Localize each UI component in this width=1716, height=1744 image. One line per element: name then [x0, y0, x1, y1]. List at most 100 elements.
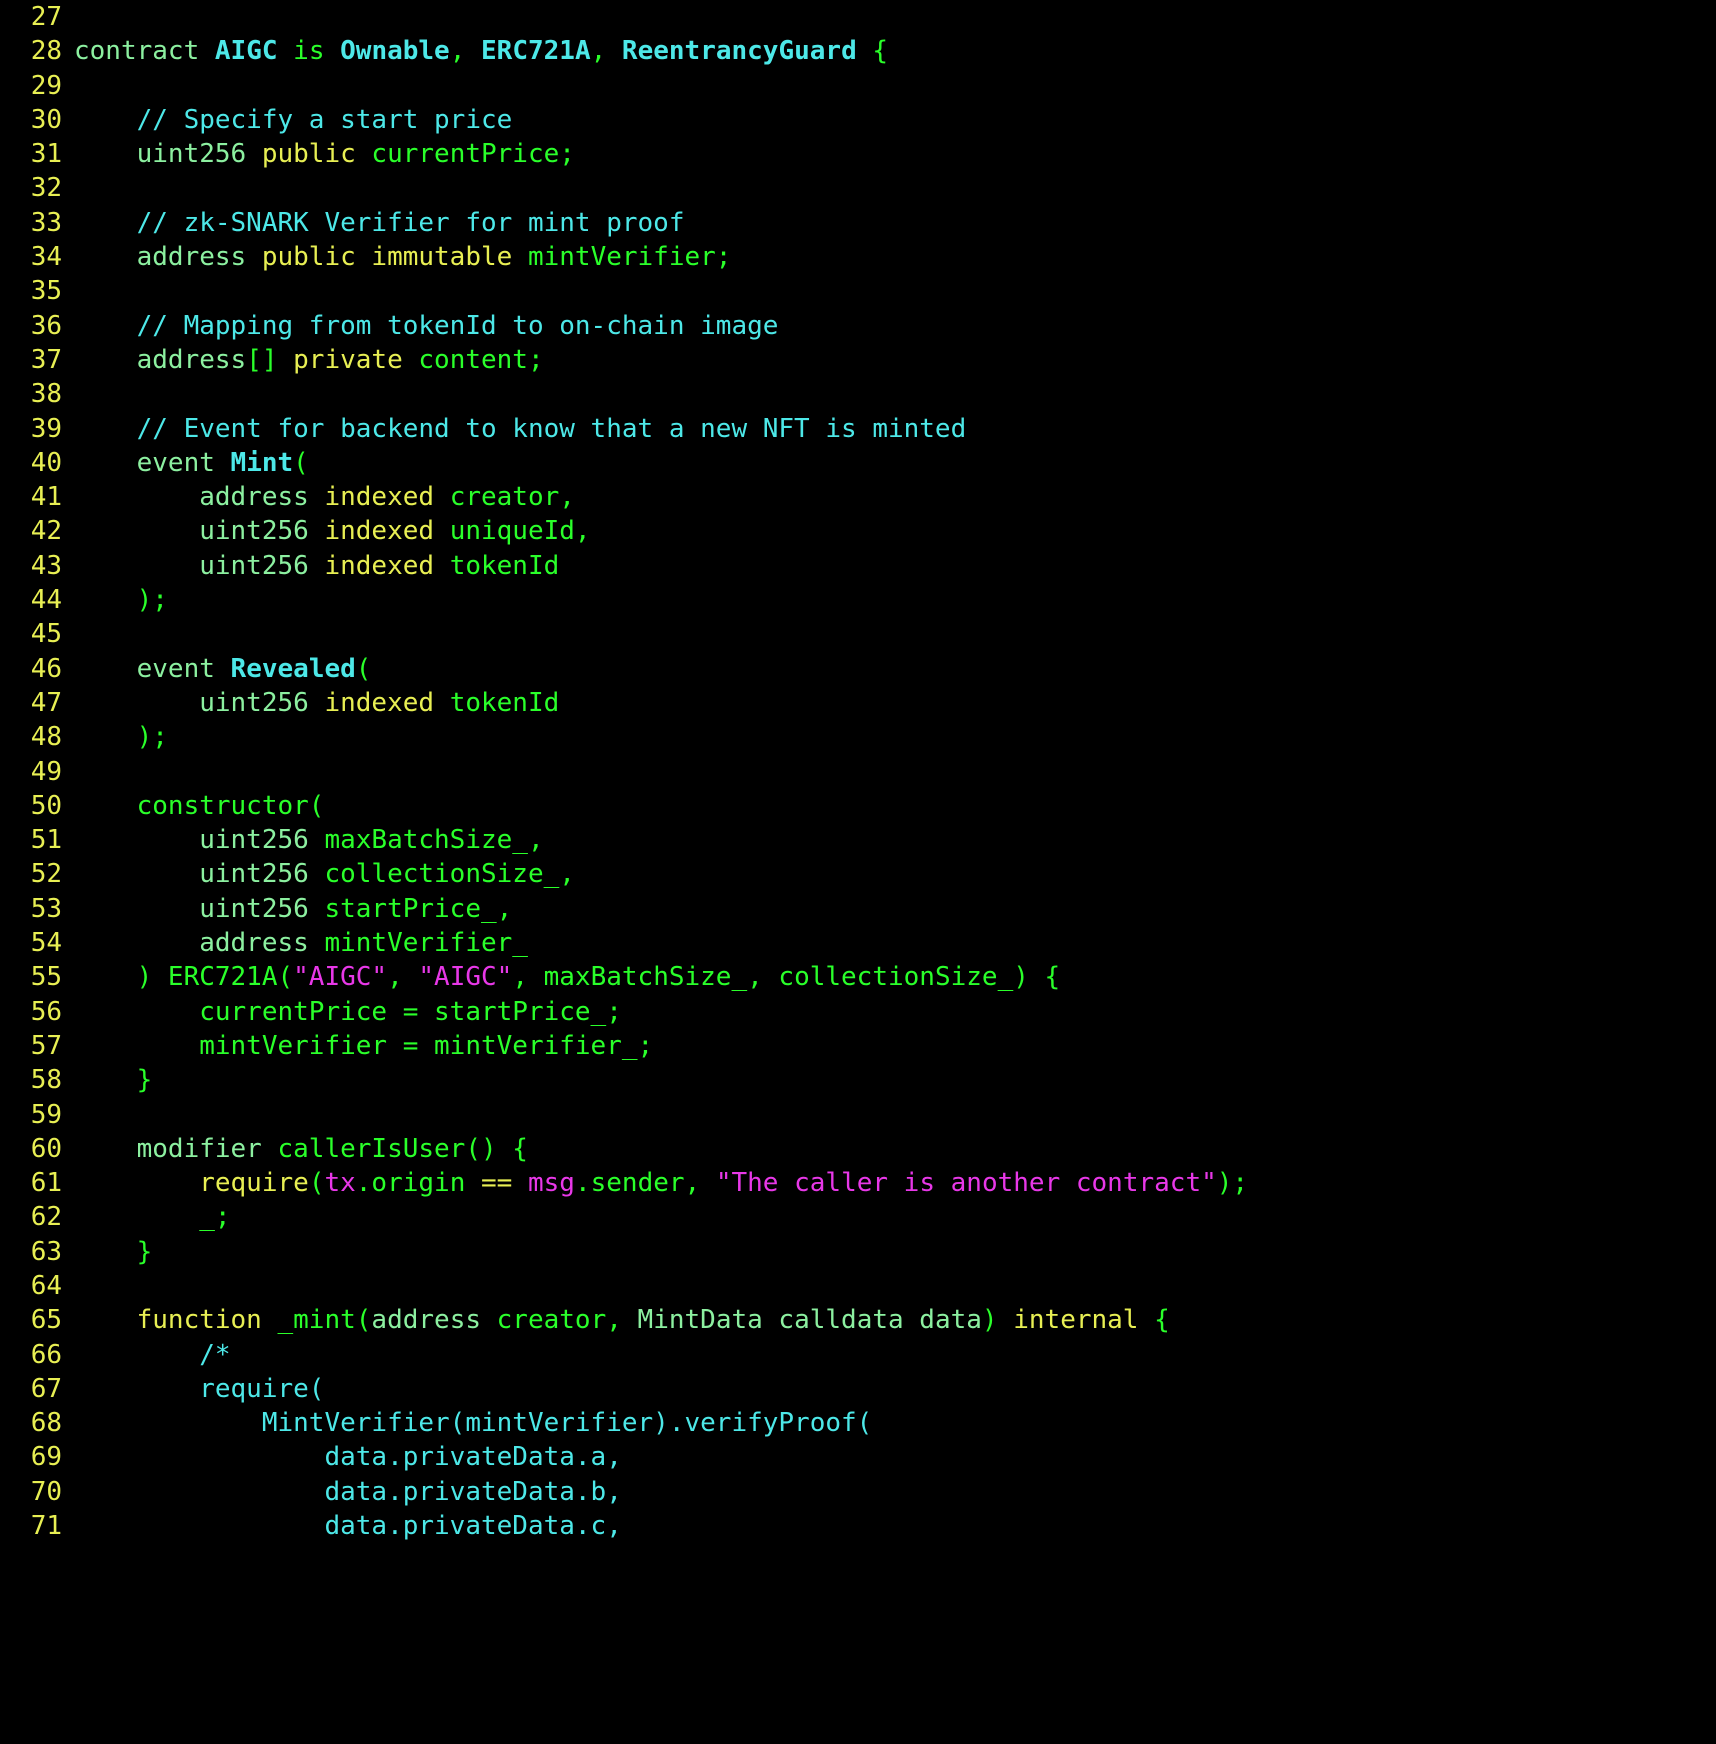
code-line[interactable]: 69 data.privateData.a, — [0, 1440, 1716, 1474]
code-line[interactable]: 30 // Specify a start price — [0, 103, 1716, 137]
code-line-content[interactable]: } — [74, 1063, 1716, 1097]
code-line[interactable]: 42 uint256 indexed uniqueId, — [0, 514, 1716, 548]
code-line-content[interactable]: // zk-SNARK Verifier for mint proof — [74, 206, 1716, 240]
code-line[interactable]: 39 // Event for backend to know that a n… — [0, 412, 1716, 446]
line-number: 61 — [30, 1168, 62, 1199]
code-line[interactable]: 71 data.privateData.c, — [0, 1509, 1716, 1543]
code-line[interactable]: 47 uint256 indexed tokenId — [0, 686, 1716, 720]
code-line[interactable]: 62 _; — [0, 1200, 1716, 1234]
code-line[interactable]: 51 uint256 maxBatchSize_, — [0, 823, 1716, 857]
line-number: 39 — [30, 413, 62, 444]
code-line[interactable]: 68 MintVerifier(mintVerifier).verifyProo… — [0, 1406, 1716, 1440]
code-line-content[interactable]: uint256 indexed tokenId — [74, 549, 1716, 583]
code-line-content[interactable]: constructor( — [74, 789, 1716, 823]
code-line[interactable]: 56 currentPrice = startPrice_; — [0, 995, 1716, 1029]
code-line[interactable]: 36 // Mapping from tokenId to on-chain i… — [0, 309, 1716, 343]
code-line[interactable]: 64 — [0, 1269, 1716, 1303]
code-line-content[interactable]: } — [74, 1235, 1716, 1269]
code-line-content[interactable]: currentPrice = startPrice_; — [74, 995, 1716, 1029]
code-line-content[interactable]: function _mint(address creator, MintData… — [74, 1303, 1716, 1337]
code-line[interactable]: 29 — [0, 69, 1716, 103]
line-number: 59 — [30, 1099, 62, 1130]
code-token: // zk-SNARK Verifier for mint proof — [74, 207, 685, 238]
code-line[interactable]: 35 — [0, 274, 1716, 308]
code-line-content[interactable]: ); — [74, 720, 1716, 754]
code-line[interactable]: 27 — [0, 0, 1716, 34]
code-line-content[interactable]: modifier callerIsUser() { — [74, 1132, 1716, 1166]
code-line[interactable]: 34 address public immutable mintVerifier… — [0, 240, 1716, 274]
line-number: 34 — [30, 242, 62, 273]
code-line-content[interactable]: uint256 startPrice_, — [74, 892, 1716, 926]
code-line-content[interactable]: uint256 public currentPrice; — [74, 137, 1716, 171]
code-token: uint256 — [74, 893, 325, 924]
code-line-content[interactable]: ) ERC721A("AIGC", "AIGC", maxBatchSize_,… — [74, 960, 1716, 994]
line-number: 33 — [30, 207, 62, 238]
code-line[interactable]: 37 address[] private content; — [0, 343, 1716, 377]
code-line-content[interactable]: data.privateData.b, — [74, 1475, 1716, 1509]
code-line-content[interactable]: event Mint( — [74, 446, 1716, 480]
code-line-content[interactable]: contract AIGC is Ownable, ERC721A, Reent… — [74, 34, 1716, 68]
code-line-content[interactable]: event Revealed( — [74, 652, 1716, 686]
code-token: is — [293, 36, 325, 67]
code-line-content[interactable]: /* — [74, 1338, 1716, 1372]
code-line-content[interactable]: address indexed creator, — [74, 480, 1716, 514]
code-line[interactable]: 31 uint256 public currentPrice; — [0, 137, 1716, 171]
code-line[interactable]: 54 address mintVerifier_ — [0, 926, 1716, 960]
code-line[interactable]: 32 — [0, 171, 1716, 205]
code-line-content[interactable]: mintVerifier = mintVerifier_; — [74, 1029, 1716, 1063]
code-line[interactable]: 57 mintVerifier = mintVerifier_; — [0, 1029, 1716, 1063]
code-token: ( — [293, 447, 309, 478]
code-line-content[interactable]: require(tx.origin == msg.sender, "The ca… — [74, 1166, 1716, 1200]
code-line[interactable]: 28 contract AIGC is Ownable, ERC721A, Ree… — [0, 34, 1716, 68]
code-line-content[interactable]: ); — [74, 583, 1716, 617]
code-line[interactable]: 45 — [0, 617, 1716, 651]
code-line-content[interactable]: uint256 maxBatchSize_, — [74, 823, 1716, 857]
line-number: 62 — [30, 1202, 62, 1233]
code-line[interactable]: 60 modifier callerIsUser() { — [0, 1132, 1716, 1166]
code-line-content[interactable]: require( — [74, 1372, 1716, 1406]
code-line[interactable]: 66 /* — [0, 1338, 1716, 1372]
line-number: 58 — [30, 1065, 62, 1096]
code-line[interactable]: 59 — [0, 1098, 1716, 1132]
code-line-content[interactable]: data.privateData.a, — [74, 1440, 1716, 1474]
code-line[interactable]: 61 require(tx.origin == msg.sender, "The… — [0, 1166, 1716, 1200]
code-line[interactable]: 67 require( — [0, 1372, 1716, 1406]
code-token: uint256 — [74, 516, 325, 547]
code-line[interactable]: 44 ); — [0, 583, 1716, 617]
code-line-content[interactable]: // Mapping from tokenId to on-chain imag… — [74, 309, 1716, 343]
code-line-content[interactable]: data.privateData.c, — [74, 1509, 1716, 1543]
code-line-content[interactable]: address public immutable mintVerifier; — [74, 240, 1716, 274]
code-line[interactable]: 65 function _mint(address creator, MintD… — [0, 1303, 1716, 1337]
code-line[interactable]: 58 } — [0, 1063, 1716, 1097]
code-line[interactable]: 40 event Mint( — [0, 446, 1716, 480]
code-line-content[interactable]: address mintVerifier_ — [74, 926, 1716, 960]
code-line[interactable]: 55 ) ERC721A("AIGC", "AIGC", maxBatchSiz… — [0, 960, 1716, 994]
code-line-content[interactable]: address[] private content; — [74, 343, 1716, 377]
code-line[interactable]: 70 data.privateData.b, — [0, 1475, 1716, 1509]
code-line-content[interactable]: // Event for backend to know that a new … — [74, 412, 1716, 446]
code-line[interactable]: 63 } — [0, 1235, 1716, 1269]
code-line[interactable]: 50 constructor( — [0, 789, 1716, 823]
code-line-content[interactable]: // Specify a start price — [74, 103, 1716, 137]
code-line[interactable]: 49 — [0, 755, 1716, 789]
code-token: event — [74, 447, 231, 478]
code-editor-viewport[interactable]: 27 28 contract AIGC is Ownable, ERC721A, R… — [0, 0, 1716, 1744]
line-number: 53 — [30, 893, 62, 924]
code-token: } — [74, 1236, 153, 1267]
code-line-content[interactable]: _; — [74, 1200, 1716, 1234]
code-line[interactable]: 53 uint256 startPrice_, — [0, 892, 1716, 926]
code-line[interactable]: 48 ); — [0, 720, 1716, 754]
code-line-content[interactable]: uint256 collectionSize_, — [74, 857, 1716, 891]
code-line[interactable]: 41 address indexed creator, — [0, 480, 1716, 514]
code-line[interactable]: 43 uint256 indexed tokenId — [0, 549, 1716, 583]
code-line[interactable]: 33 // zk-SNARK Verifier for mint proof — [0, 206, 1716, 240]
code-token: data.privateData.a, — [74, 1442, 622, 1473]
code-line-content[interactable]: MintVerifier(mintVerifier).verifyProof( — [74, 1406, 1716, 1440]
code-line[interactable]: 52 uint256 collectionSize_, — [0, 857, 1716, 891]
code-line-content[interactable]: uint256 indexed tokenId — [74, 686, 1716, 720]
code-line-content[interactable]: uint256 indexed uniqueId, — [74, 514, 1716, 548]
code-token: address — [74, 482, 325, 513]
code-line[interactable]: 46 event Revealed( — [0, 652, 1716, 686]
code-line[interactable]: 38 — [0, 377, 1716, 411]
